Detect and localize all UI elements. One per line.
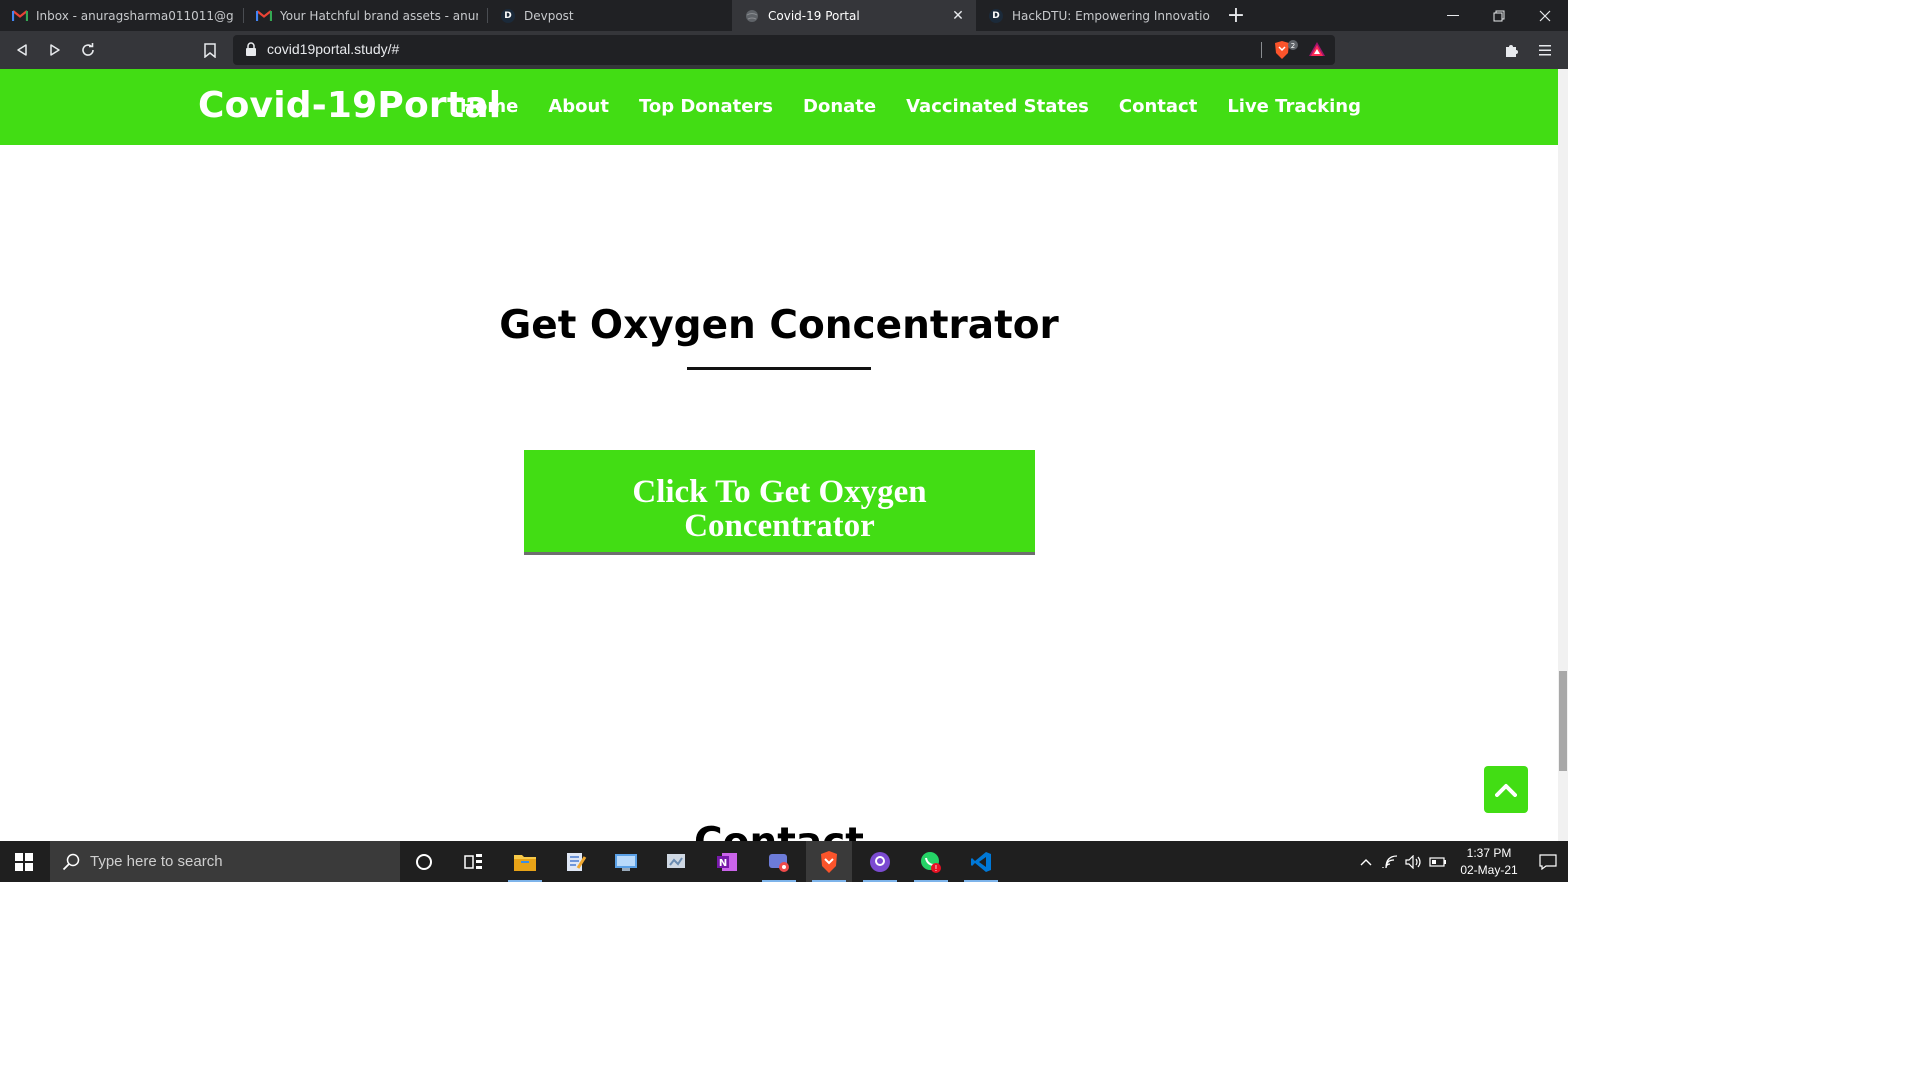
svg-text:N: N xyxy=(719,858,727,869)
omnibox-divider xyxy=(1261,42,1262,58)
vscode-icon[interactable] xyxy=(958,841,1004,882)
brave-shield-icon[interactable]: 2 xyxy=(1273,40,1299,64)
browser-tab-strip: Inbox - anuragsharma011011@gmail.c Your … xyxy=(0,0,1568,31)
extensions-icon[interactable] xyxy=(1500,38,1524,62)
gmail-icon xyxy=(256,8,272,24)
chevron-up-icon xyxy=(1495,783,1517,797)
back-icon[interactable] xyxy=(10,38,34,62)
system-tray: 1:37 PM 02-May-21 xyxy=(1354,841,1568,882)
scrollbar-thumb[interactable] xyxy=(1559,671,1567,771)
globe-icon xyxy=(744,8,760,24)
search-icon xyxy=(62,853,80,870)
gmail-icon xyxy=(12,8,28,24)
brave-rewards-icon[interactable] xyxy=(1308,41,1326,61)
windows-taskbar: Type here to search N ! 1:37 PM 02-May-2… xyxy=(0,841,1568,882)
contact-section-title: Contact xyxy=(0,820,1558,842)
devpost-icon: D xyxy=(500,8,516,24)
battery-icon[interactable] xyxy=(1426,841,1450,882)
tab-covid-portal[interactable]: Covid-19 Portal ✕ xyxy=(732,0,976,31)
lock-icon[interactable] xyxy=(245,42,257,61)
notification-center-icon[interactable] xyxy=(1528,841,1568,882)
site-header: Covid-19Portal Home About Top Donaters D… xyxy=(0,69,1558,145)
browser-toolbar: covid19portal.study/# 2 xyxy=(0,31,1568,69)
site-logo[interactable]: Covid-19Portal xyxy=(198,85,501,126)
wifi-icon[interactable] xyxy=(1378,841,1402,882)
whatsapp-icon[interactable]: ! xyxy=(908,841,954,882)
taskbar-clock[interactable]: 1:37 PM 02-May-21 xyxy=(1450,845,1528,879)
svg-text:2: 2 xyxy=(1291,42,1295,50)
cortana-icon[interactable] xyxy=(401,841,447,882)
window-controls xyxy=(1430,0,1568,31)
brave-browser-icon[interactable] xyxy=(806,841,852,882)
close-window-icon[interactable] xyxy=(1522,0,1568,31)
contact-heading: Contact xyxy=(694,820,864,842)
title-underline xyxy=(687,367,871,370)
volume-icon[interactable] xyxy=(1402,841,1426,882)
screen-recorder-icon[interactable] xyxy=(756,841,802,882)
devpost-icon: D xyxy=(988,8,1004,24)
remote-desktop-icon[interactable] xyxy=(603,841,649,882)
nav-about[interactable]: About xyxy=(548,96,609,117)
svg-text:!: ! xyxy=(934,864,937,873)
reload-icon[interactable] xyxy=(76,38,100,62)
notepad-icon[interactable] xyxy=(553,841,599,882)
onenote-icon[interactable]: N xyxy=(704,841,750,882)
taskbar-search-box[interactable]: Type here to search xyxy=(50,841,400,882)
nav-home[interactable]: Home xyxy=(460,96,518,117)
main-nav: Home About Top Donaters Donate Vaccinate… xyxy=(460,96,1361,117)
address-bar[interactable]: covid19portal.study/# 2 xyxy=(233,35,1335,65)
section-title: Get Oxygen Concentrator xyxy=(499,303,1059,348)
tab-hatchful[interactable]: Your Hatchful brand assets - anuragjsk xyxy=(244,0,488,31)
forward-icon[interactable] xyxy=(43,38,67,62)
github-icon[interactable] xyxy=(857,841,903,882)
get-oxygen-concentrator-button[interactable]: Click To Get Oxygen Concentrator xyxy=(524,450,1035,555)
nav-live-tracking[interactable]: Live Tracking xyxy=(1227,96,1361,117)
tab-hackdtu[interactable]: D HackDTU: Empowering Innovation - D xyxy=(976,0,1220,31)
nav-top-donaters[interactable]: Top Donaters xyxy=(639,96,773,117)
url-text: covid19portal.study/# xyxy=(267,41,400,57)
file-explorer-icon[interactable] xyxy=(502,841,548,882)
tab-devpost[interactable]: D Devpost xyxy=(488,0,732,31)
scroll-to-top-button[interactable] xyxy=(1484,766,1528,813)
tab-title: Devpost xyxy=(524,8,574,23)
restore-icon[interactable] xyxy=(1476,0,1522,31)
windows-start-icon[interactable] xyxy=(0,841,48,882)
clock-time: 1:37 PM xyxy=(1466,845,1512,860)
tab-title: Your Hatchful brand assets - anuragjsk xyxy=(280,8,478,23)
tab-title: HackDTU: Empowering Innovation - D xyxy=(1012,8,1210,23)
nav-donate[interactable]: Donate xyxy=(803,96,876,117)
search-placeholder: Type here to search xyxy=(90,853,223,870)
tab-inbox[interactable]: Inbox - anuragsharma011011@gmail.c xyxy=(0,0,244,31)
paint-icon[interactable] xyxy=(653,841,699,882)
page-scrollbar[interactable] xyxy=(1558,69,1568,841)
menu-icon[interactable] xyxy=(1533,38,1557,62)
tab-title: Inbox - anuragsharma011011@gmail.c xyxy=(36,8,234,23)
new-tab-button[interactable]: + xyxy=(1220,0,1252,31)
tab-title: Covid-19 Portal xyxy=(768,8,860,23)
minimize-icon[interactable] xyxy=(1430,0,1476,31)
close-tab-icon[interactable]: ✕ xyxy=(950,8,966,24)
nav-contact[interactable]: Contact xyxy=(1119,96,1197,117)
task-view-icon[interactable] xyxy=(451,841,497,882)
chevron-up-icon[interactable] xyxy=(1354,841,1378,882)
bookmark-icon[interactable] xyxy=(198,38,222,62)
clock-date: 02-May-21 xyxy=(1460,862,1518,877)
nav-vaccinated-states[interactable]: Vaccinated States xyxy=(906,96,1089,117)
